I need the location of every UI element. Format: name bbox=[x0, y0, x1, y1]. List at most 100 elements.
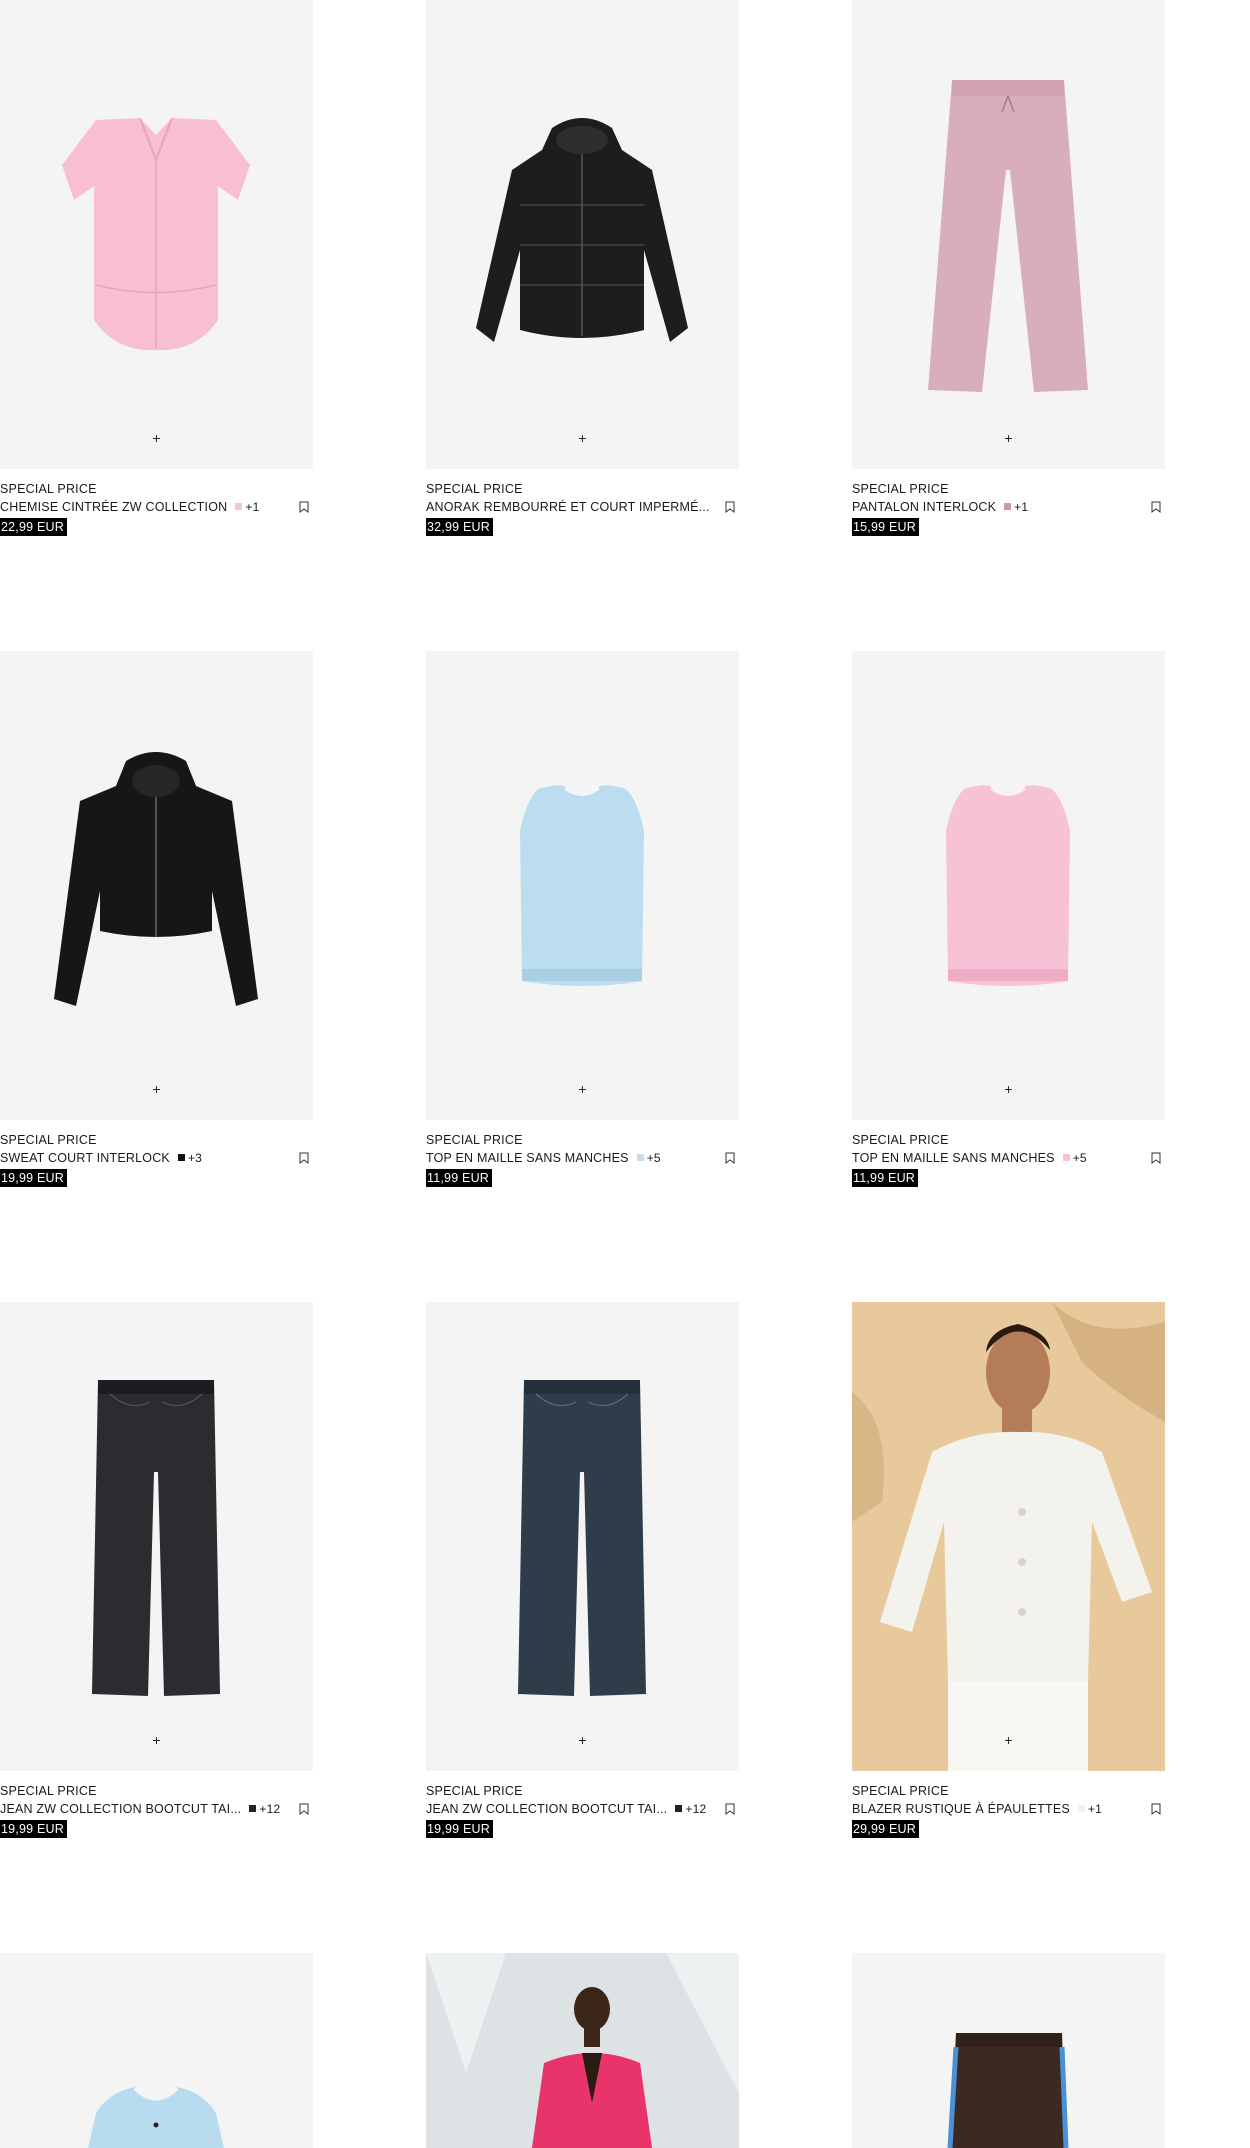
product-name[interactable]: JEAN ZW COLLECTION BOOTCUT TAI... bbox=[0, 1799, 241, 1819]
product-image[interactable]: + bbox=[0, 1302, 313, 1771]
black-hoodie-image bbox=[54, 752, 258, 1006]
quick-add-button[interactable]: + bbox=[1000, 1080, 1018, 1098]
product-image[interactable] bbox=[426, 1953, 739, 2148]
product-name[interactable]: PANTALON INTERLOCK bbox=[852, 497, 996, 517]
brown-track-pants-image bbox=[947, 2033, 1069, 2148]
quick-add-button[interactable]: + bbox=[148, 429, 166, 447]
promo-tag: SPECIAL PRICE bbox=[0, 1133, 97, 1147]
product-card[interactable]: + SPECIAL PRICE SWEAT COURT INTERLOCK +3 … bbox=[0, 651, 313, 1187]
product-image[interactable]: + bbox=[852, 1302, 1165, 1771]
quick-add-button[interactable]: + bbox=[1000, 429, 1018, 447]
product-image[interactable]: + bbox=[0, 651, 313, 1120]
more-colors-count: +5 bbox=[1072, 1151, 1087, 1165]
product-image[interactable]: + bbox=[0, 0, 313, 469]
product-price: 32,99 EUR bbox=[426, 518, 493, 536]
product-price: 19,99 EUR bbox=[0, 1169, 67, 1187]
product-name[interactable]: ANORAK REMBOURRÉ ET COURT IMPERMÉ... bbox=[426, 497, 710, 517]
product-image[interactable]: + bbox=[852, 651, 1165, 1120]
quick-add-button[interactable]: + bbox=[1000, 1731, 1018, 1749]
product-name[interactable]: SWEAT COURT INTERLOCK bbox=[0, 1148, 170, 1168]
product-card[interactable]: + SPECIAL PRICE ANORAK REMBOURRÉ ET COUR… bbox=[426, 0, 739, 536]
black-jeans-image bbox=[92, 1380, 220, 1696]
quick-add-button[interactable]: + bbox=[574, 1080, 592, 1098]
product-price: 22,99 EUR bbox=[0, 518, 67, 536]
product-image[interactable] bbox=[852, 1953, 1165, 2148]
more-colors-count: +5 bbox=[646, 1151, 661, 1165]
bookmark-icon[interactable] bbox=[299, 1152, 309, 1164]
quick-add-button[interactable]: + bbox=[574, 429, 592, 447]
product-card[interactable]: + SPECIAL PRICE TOP EN MAILLE SANS MANCH… bbox=[426, 651, 739, 1187]
more-colors-count: +1 bbox=[1014, 500, 1029, 514]
bookmark-icon[interactable] bbox=[1151, 1152, 1161, 1164]
color-swatch[interactable] bbox=[675, 1805, 683, 1813]
color-swatch[interactable] bbox=[249, 1805, 257, 1813]
promo-tag: SPECIAL PRICE bbox=[426, 1133, 523, 1147]
quick-add-button[interactable]: + bbox=[148, 1080, 166, 1098]
blue-jeans-image bbox=[518, 1380, 646, 1696]
bookmark-icon[interactable] bbox=[1151, 501, 1161, 513]
quick-add-button[interactable]: + bbox=[148, 1731, 166, 1749]
product-info: SPECIAL PRICE TOP EN MAILLE SANS MANCHES… bbox=[426, 1120, 739, 1187]
color-swatch[interactable] bbox=[235, 503, 243, 511]
product-name[interactable]: TOP EN MAILLE SANS MANCHES bbox=[426, 1148, 629, 1168]
promo-tag: SPECIAL PRICE bbox=[426, 1784, 523, 1798]
quick-add-button[interactable]: + bbox=[574, 1731, 592, 1749]
promo-tag: SPECIAL PRICE bbox=[0, 1784, 97, 1798]
blue-cardigan-image bbox=[88, 2084, 224, 2148]
product-card[interactable]: + SPECIAL PRICE PANTALON INTERLOCK +1 15,… bbox=[852, 0, 1165, 536]
product-card[interactable]: + SPECIAL PRICE JEAN ZW COLLECTION BOOTC… bbox=[0, 1302, 313, 1838]
bookmark-icon[interactable] bbox=[1151, 1803, 1161, 1815]
product-price: 19,99 EUR bbox=[426, 1820, 493, 1838]
black-puffer-jacket-image bbox=[476, 118, 688, 342]
product-name[interactable]: JEAN ZW COLLECTION BOOTCUT TAI... bbox=[426, 1799, 667, 1819]
promo-tag: SPECIAL PRICE bbox=[426, 482, 523, 496]
blue-knit-top-image bbox=[520, 784, 644, 986]
product-info: SPECIAL PRICE ANORAK REMBOURRÉ ET COURT … bbox=[426, 469, 739, 536]
product-card[interactable]: + SPECIAL PRICE JEAN ZW COLLECTION BOOTC… bbox=[426, 1302, 739, 1838]
product-image[interactable]: + bbox=[426, 0, 739, 469]
color-swatch[interactable] bbox=[1077, 1805, 1085, 1813]
product-price: 29,99 EUR bbox=[852, 1820, 919, 1838]
product-image[interactable]: + bbox=[426, 1302, 739, 1771]
product-price: 15,99 EUR bbox=[852, 518, 919, 536]
product-card[interactable]: + SPECIAL PRICE CHEMISE CINTRÉE ZW COLLE… bbox=[0, 0, 313, 536]
pink-trousers-image bbox=[928, 80, 1088, 392]
bookmark-icon[interactable] bbox=[725, 501, 735, 513]
color-swatch[interactable] bbox=[1004, 503, 1012, 511]
more-colors-count: +3 bbox=[187, 1151, 203, 1165]
product-info: SPECIAL PRICE JEAN ZW COLLECTION BOOTCUT… bbox=[0, 1771, 313, 1838]
more-colors-count: +1 bbox=[245, 500, 260, 514]
color-swatch[interactable] bbox=[177, 1154, 185, 1162]
bookmark-icon[interactable] bbox=[725, 1803, 735, 1815]
product-price: 19,99 EUR bbox=[0, 1820, 67, 1838]
product-name[interactable]: BLAZER RUSTIQUE À ÉPAULETTES bbox=[852, 1799, 1070, 1819]
color-swatch[interactable] bbox=[1062, 1154, 1070, 1162]
product-info: SPECIAL PRICE CHEMISE CINTRÉE ZW COLLECT… bbox=[0, 469, 313, 536]
product-info: SPECIAL PRICE TOP EN MAILLE SANS MANCHES… bbox=[852, 1120, 1165, 1187]
bookmark-icon[interactable] bbox=[299, 501, 309, 513]
product-image[interactable]: + bbox=[852, 0, 1165, 469]
product-name[interactable]: TOP EN MAILLE SANS MANCHES bbox=[852, 1148, 1055, 1168]
product-price: 11,99 EUR bbox=[426, 1169, 493, 1187]
product-card[interactable]: + SPECIAL PRICE TOP EN MAILLE SANS MANCH… bbox=[852, 651, 1165, 1187]
product-price: 11,99 EUR bbox=[852, 1169, 919, 1187]
product-grid: + SPECIAL PRICE CHEMISE CINTRÉE ZW COLLE… bbox=[0, 0, 1250, 2148]
product-card[interactable] bbox=[852, 1953, 1165, 2148]
product-card[interactable] bbox=[426, 1953, 739, 2148]
model-white-blazer-image bbox=[852, 1302, 1165, 1771]
promo-tag: SPECIAL PRICE bbox=[852, 1784, 949, 1798]
model-pink-blazer-image bbox=[426, 1953, 739, 2148]
product-name[interactable]: CHEMISE CINTRÉE ZW COLLECTION bbox=[0, 497, 227, 517]
bookmark-icon[interactable] bbox=[725, 1152, 735, 1164]
product-info: SPECIAL PRICE BLAZER RUSTIQUE À ÉPAULETT… bbox=[852, 1771, 1165, 1838]
product-info: SPECIAL PRICE PANTALON INTERLOCK +1 15,99… bbox=[852, 469, 1165, 536]
product-image[interactable]: + bbox=[426, 651, 739, 1120]
more-colors-count: +12 bbox=[259, 1802, 281, 1816]
promo-tag: SPECIAL PRICE bbox=[852, 482, 949, 496]
color-swatch[interactable] bbox=[636, 1154, 644, 1162]
product-card[interactable]: + SPECIAL PRICE BLAZER RUSTIQUE À ÉPAULE… bbox=[852, 1302, 1165, 1838]
product-card[interactable] bbox=[0, 1953, 313, 2148]
product-image[interactable] bbox=[0, 1953, 313, 2148]
promo-tag: SPECIAL PRICE bbox=[0, 482, 97, 496]
bookmark-icon[interactable] bbox=[299, 1803, 309, 1815]
